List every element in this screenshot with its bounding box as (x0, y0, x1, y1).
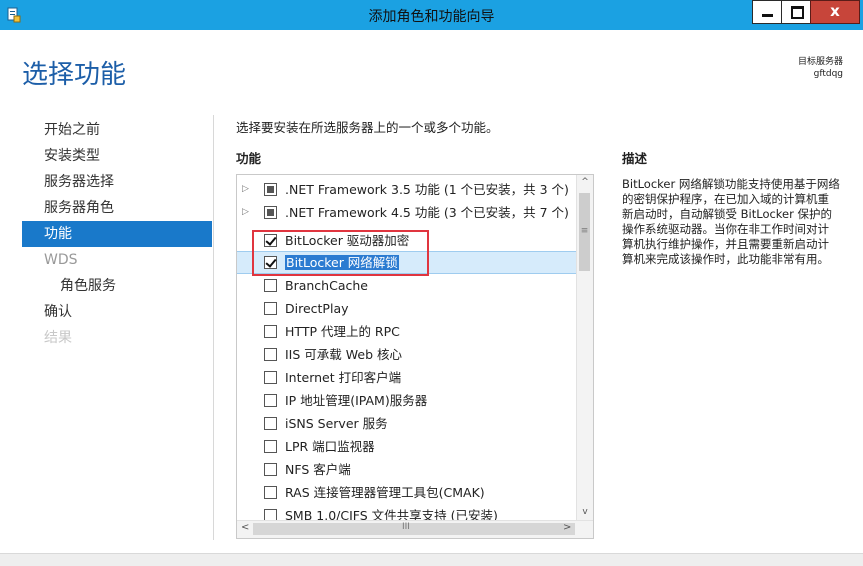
feature-row[interactable]: DirectPlay (237, 297, 577, 320)
nav-item-wds[interactable]: WDS (22, 247, 212, 273)
scroll-left-icon[interactable]: < (241, 522, 249, 533)
nav-item-server-roles[interactable]: 服务器角色 (22, 195, 212, 221)
scroll-right-icon[interactable]: > (563, 522, 571, 533)
scroll-grip-icon: III (402, 522, 410, 532)
feature-label: BitLocker 网络解锁 (285, 255, 399, 270)
nav-item-before-you-begin[interactable]: 开始之前 (22, 117, 212, 143)
nav-item-confirmation[interactable]: 确认 (22, 299, 212, 325)
feature-label: BitLocker 驱动器加密 (285, 233, 410, 248)
nav-divider (213, 115, 214, 540)
footer-bar (0, 553, 863, 566)
nav-item-results: 结果 (44, 330, 72, 346)
nav-item-installation-type[interactable]: 安装类型 (22, 143, 212, 169)
feature-label: BranchCache (285, 278, 368, 293)
feature-row[interactable]: Internet 打印客户端 (237, 366, 577, 389)
scroll-down-icon[interactable]: v (577, 507, 593, 517)
close-button[interactable]: x (810, 0, 860, 24)
feature-checkbox[interactable] (264, 279, 277, 292)
feature-row[interactable]: LPR 端口监视器 (237, 435, 577, 458)
window-title: 添加角色和功能向导 (368, 9, 495, 25)
feature-label: RAS 连接管理器管理工具包(CMAK) (285, 485, 485, 500)
feature-label: .NET Framework 3.5 功能 (1 个已安装，共 3 个) (285, 182, 569, 197)
feature-checkbox[interactable] (264, 440, 277, 453)
feature-checkbox[interactable] (264, 463, 277, 476)
feature-label: HTTP 代理上的 RPC (285, 324, 400, 339)
feature-label: .NET Framework 4.5 功能 (3 个已安装，共 7 个) (285, 205, 569, 220)
expand-arrow-icon[interactable]: ▷ (242, 178, 249, 201)
feature-checkbox[interactable] (264, 371, 277, 384)
feature-row[interactable]: BranchCache (237, 274, 577, 297)
target-server: 目标服务器 gftdqg (798, 56, 843, 80)
horizontal-scroll-thumb[interactable] (253, 523, 575, 535)
nav-item-features[interactable]: 功能 (22, 221, 212, 247)
scroll-grip-icon: ≡ (580, 226, 589, 236)
feature-label: Internet 打印客户端 (285, 370, 402, 385)
minimize-button[interactable] (752, 0, 782, 24)
feature-row-selected[interactable]: BitLocker 网络解锁 (237, 251, 577, 274)
features-header: 功能 (236, 151, 262, 166)
feature-checkbox[interactable] (264, 234, 277, 247)
feature-checkbox[interactable] (264, 325, 277, 338)
horizontal-scrollbar[interactable]: < III > (237, 520, 593, 538)
feature-row[interactable]: iSNS Server 服务 (237, 412, 577, 435)
feature-label: DirectPlay (285, 301, 349, 316)
wizard-window: 添加角色和功能向导 x 选择功能 目标服务器 gftdqg 开始之前 安装类型 … (0, 0, 863, 566)
feature-row[interactable]: NFS 客户端 (237, 458, 577, 481)
feature-label: LPR 端口监视器 (285, 439, 375, 454)
feature-row[interactable]: HTTP 代理上的 RPC (237, 320, 577, 343)
nav-item-role-services[interactable]: 角色服务 (22, 273, 212, 299)
feature-row[interactable]: RAS 连接管理器管理工具包(CMAK) (237, 481, 577, 504)
close-icon: x (830, 2, 840, 20)
feature-label: IIS 可承载 Web 核心 (285, 347, 402, 362)
feature-row[interactable]: ▷ .NET Framework 4.5 功能 (3 个已安装，共 7 个) (237, 201, 577, 224)
feature-checkbox[interactable] (264, 183, 277, 196)
features-tree[interactable]: ▷ .NET Framework 3.5 功能 (1 个已安装，共 3 个) ▷… (236, 174, 594, 539)
instruction-text: 选择要安装在所选服务器上的一个或多个功能。 (236, 120, 499, 135)
feature-checkbox[interactable] (264, 417, 277, 430)
vertical-scrollbar[interactable]: ^ ≡ v (576, 175, 593, 522)
title-bar[interactable]: 添加角色和功能向导 x (0, 0, 863, 30)
feature-row[interactable]: IIS 可承载 Web 核心 (237, 343, 577, 366)
feature-checkbox[interactable] (264, 348, 277, 361)
target-server-name: gftdqg (813, 69, 843, 79)
description-text: BitLocker 网络解锁功能支持使用基于网络的密钥保护程序，在已加入域的计算… (622, 177, 840, 266)
feature-label: iSNS Server 服务 (285, 416, 388, 431)
feature-row[interactable]: IP 地址管理(IPAM)服务器 (237, 389, 577, 412)
feature-checkbox[interactable] (264, 256, 277, 269)
nav-item-server-selection[interactable]: 服务器选择 (22, 169, 212, 195)
maximize-button[interactable] (781, 0, 811, 24)
target-server-label: 目标服务器 (797, 57, 843, 67)
expand-arrow-icon[interactable]: ▷ (242, 201, 249, 224)
feature-row[interactable]: BitLocker 驱动器加密 (237, 229, 577, 252)
description-header: 描述 (622, 151, 648, 166)
feature-label: NFS 客户端 (285, 462, 351, 477)
scroll-up-icon[interactable]: ^ (577, 177, 593, 187)
feature-checkbox[interactable] (264, 206, 277, 219)
page-title: 选择功能 (22, 60, 127, 90)
feature-label: IP 地址管理(IPAM)服务器 (285, 393, 428, 408)
feature-checkbox[interactable] (264, 302, 277, 315)
feature-checkbox[interactable] (264, 486, 277, 499)
feature-row[interactable]: ▷ .NET Framework 3.5 功能 (1 个已安装，共 3 个) (237, 178, 577, 201)
wizard-nav: 开始之前 安装类型 服务器选择 服务器角色 功能 WDS 角色服务 确认 结果 (22, 117, 212, 351)
feature-checkbox[interactable] (264, 394, 277, 407)
